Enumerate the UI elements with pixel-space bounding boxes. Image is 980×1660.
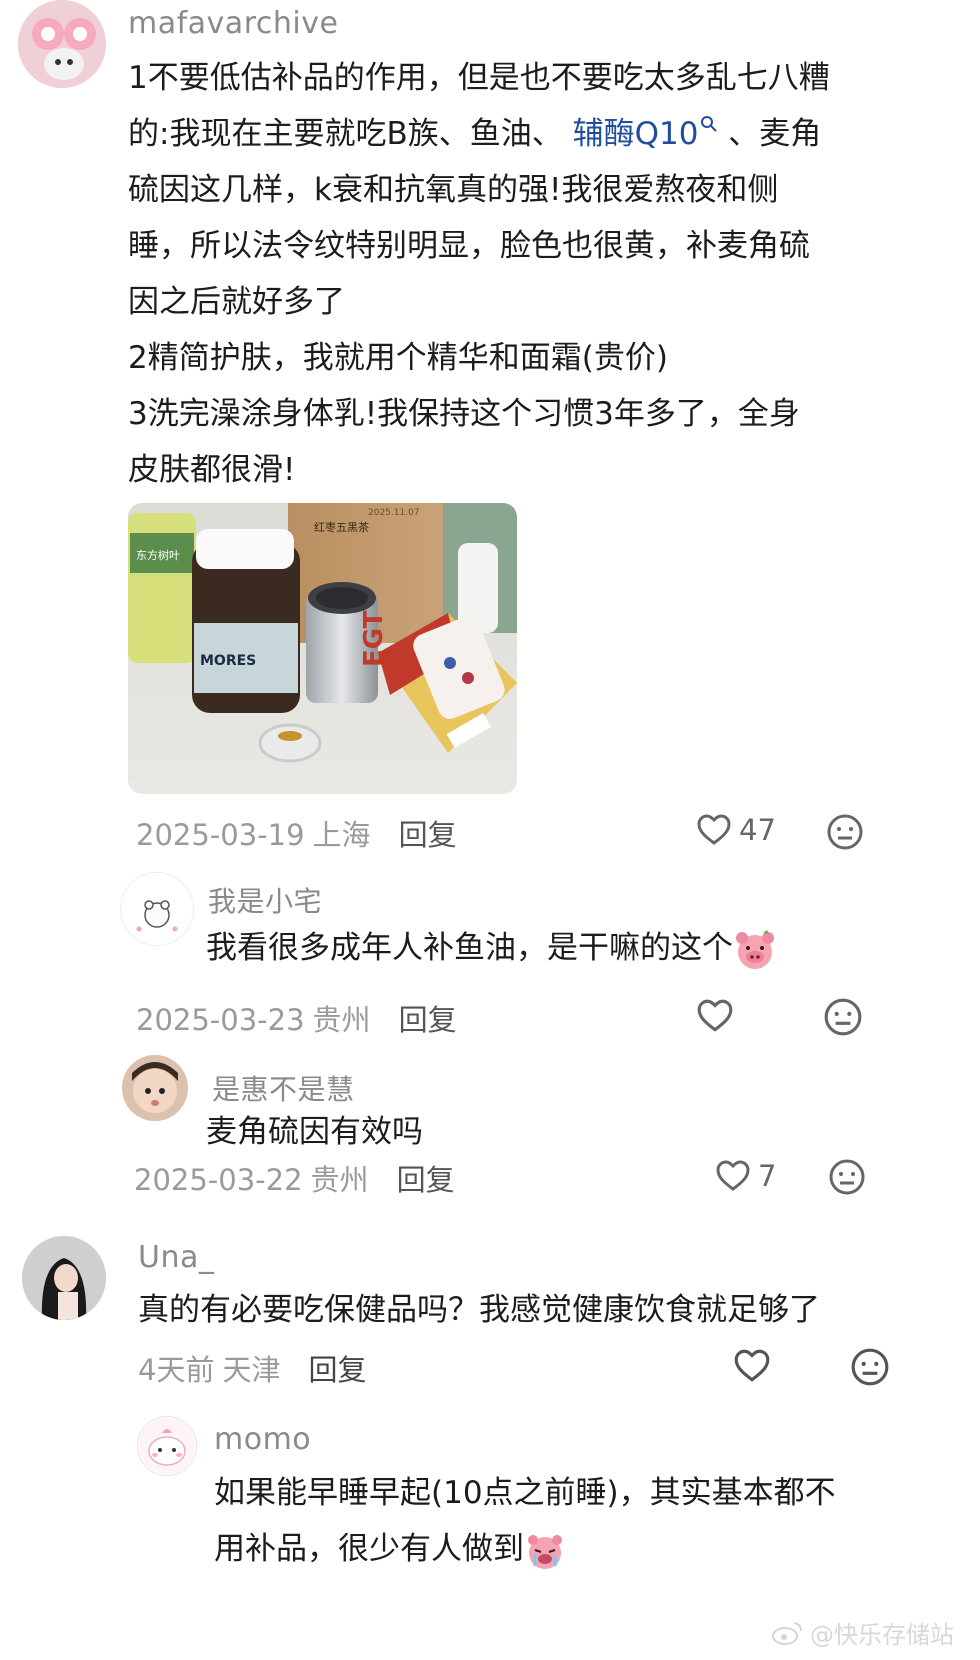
username[interactable]: 是惠不是慧: [212, 1068, 355, 1108]
keyword-link[interactable]: 辅酶Q10: [573, 115, 719, 152]
comment-meta: 2025-03-22 贵州 回复: [134, 1157, 455, 1199]
comment-text: 如果能早睡早起(10点之前睡)，其实基本都不 用补品，很少有人做到: [214, 1465, 836, 1577]
crying-pig-emoji-icon: [528, 1534, 562, 1569]
comment-line: 因之后就好多了: [128, 284, 345, 320]
comment-line: 3洗完澡涂身体乳!我保持这个习惯3年多了，全身: [128, 396, 800, 432]
comment-line: 硫因这几样，k衰和抗氧真的强!我很爱熬夜和侧: [128, 172, 779, 208]
timestamp: 2025-03-23: [136, 1003, 305, 1037]
comment-line: 麦角硫因有效吗: [206, 1114, 423, 1150]
neutral-face-icon: [824, 998, 862, 1036]
comment-text: 真的有必要吃保健品吗？我感觉健康饮食就足够了: [138, 1282, 820, 1338]
avatar[interactable]: [120, 872, 194, 946]
photo-label: MORES: [200, 653, 256, 669]
avatar[interactable]: [122, 1055, 188, 1121]
comment-meta: 2025-03-19 上海 回复: [136, 812, 457, 854]
like-button[interactable]: 47: [695, 811, 776, 849]
dislike-button[interactable]: [823, 997, 863, 1041]
heart-outline-icon: [734, 1349, 770, 1382]
like-button[interactable]: [732, 1346, 772, 1386]
username[interactable]: 我是小宅: [208, 880, 322, 920]
neutral-face-icon: [827, 814, 863, 850]
comment-line: 睡，所以法令纹特别明显，脸色也很黄，补麦角硫: [128, 228, 810, 264]
avatar[interactable]: [137, 1416, 197, 1476]
comment-line-text: 、麦角: [728, 116, 822, 152]
comment-photo[interactable]: 红枣五黑茶 2025.11.07 东方树叶 MORES EGT: [128, 503, 517, 794]
timestamp: 4天前: [138, 1353, 215, 1387]
photo-label: 东方树叶: [136, 548, 180, 562]
comment-line: 1不要低估补品的作用，但是也不要吃太多乱七八糟: [128, 60, 830, 96]
heart-outline-icon: [697, 999, 733, 1032]
search-icon: [701, 115, 718, 132]
heart-outline-icon: [716, 1160, 750, 1191]
location: 贵州: [310, 1163, 369, 1197]
reply-button[interactable]: 回复: [399, 1003, 457, 1037]
comment-line: 用补品，很少有人做到: [214, 1531, 524, 1567]
watermark-text: @快乐存储站: [810, 1621, 954, 1649]
comment-line: 2精简护肤，我就用个精华和面霜(贵价): [128, 340, 668, 376]
photo-label: 红枣五黑茶: [314, 521, 369, 534]
avatar[interactable]: [18, 0, 106, 88]
timestamp: 2025-03-19: [136, 818, 305, 852]
avatar[interactable]: [22, 1236, 106, 1320]
location: 贵州: [312, 1003, 371, 1037]
like-button[interactable]: 7: [714, 1157, 776, 1195]
reply-button[interactable]: 回复: [397, 1163, 455, 1197]
watermark: @快乐存储站: [772, 1615, 954, 1650]
username[interactable]: mafavarchive: [128, 6, 338, 41]
comment-line: 皮肤都很滑!: [128, 452, 296, 488]
comment-line: 的:我现在主要就吃B族、鱼油、 辅酶Q10 、麦角: [128, 106, 830, 162]
weibo-logo-icon: [772, 1621, 802, 1645]
username[interactable]: momo: [214, 1422, 311, 1457]
comment-meta: 4天前 天津 回复: [138, 1347, 366, 1389]
like-button[interactable]: [695, 996, 741, 1036]
timestamp: 2025-03-22: [134, 1163, 303, 1197]
comment-text: 我看很多成年人补鱼油，是干嘛的这个: [206, 920, 777, 976]
reply-button[interactable]: 回复: [399, 818, 457, 852]
heart-outline-icon: [697, 814, 731, 845]
like-count: 47: [739, 813, 776, 847]
username[interactable]: Una_: [138, 1240, 214, 1275]
comment-line: 我看很多成年人补鱼油，是干嘛的这个: [206, 930, 733, 966]
reply-button[interactable]: 回复: [308, 1353, 366, 1387]
neutral-face-icon: [829, 1159, 865, 1195]
location: 天津: [222, 1353, 281, 1387]
neutral-face-icon: [851, 1348, 889, 1386]
comment-line: 真的有必要吃保健品吗？我感觉健康饮食就足够了: [138, 1292, 820, 1328]
pig-emoji-icon: [736, 929, 774, 969]
comment-line-text: 的:我现在主要就吃B族、鱼油、: [128, 116, 563, 152]
comment-text: 麦角硫因有效吗: [206, 1104, 423, 1160]
photo-label: 2025.11.07: [368, 508, 420, 518]
comment-meta: 2025-03-23 贵州 回复: [136, 997, 457, 1039]
like-count: 7: [758, 1159, 777, 1193]
location: 上海: [312, 818, 371, 852]
dislike-button[interactable]: [828, 1158, 866, 1200]
dislike-button[interactable]: [826, 813, 864, 855]
comment-text: 1不要低估补品的作用，但是也不要吃太多乱七八糟 的:我现在主要就吃B族、鱼油、 …: [128, 50, 830, 498]
dislike-button[interactable]: [850, 1347, 890, 1391]
comment-line: 如果能早睡早起(10点之前睡)，其实基本都不: [214, 1475, 836, 1511]
